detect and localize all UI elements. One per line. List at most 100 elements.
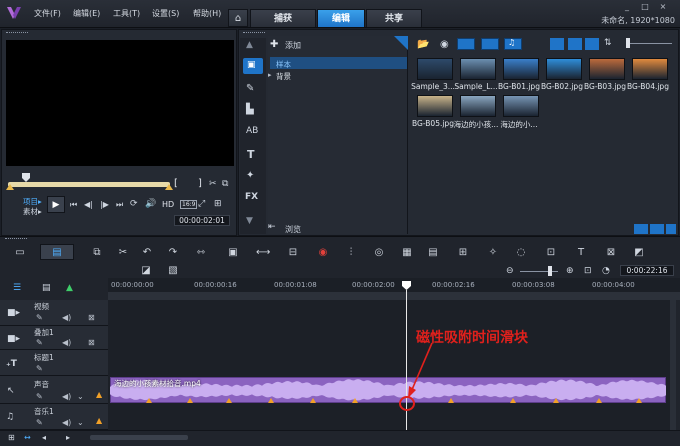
panel-grip[interactable] bbox=[6, 32, 28, 35]
minimize-button[interactable]: _ bbox=[620, 2, 634, 12]
motion-track-icon[interactable]: ◎ bbox=[372, 247, 386, 259]
hd-toggle[interactable]: HD bbox=[162, 200, 174, 209]
home-tab[interactable]: ⌂ bbox=[228, 9, 248, 27]
track-enable-icon[interactable]: ✎ bbox=[36, 364, 43, 373]
next-frame-icon[interactable]: |▶ bbox=[100, 200, 109, 209]
timeline-vertical-scrollbar[interactable] bbox=[670, 300, 676, 430]
audio-marker[interactable] bbox=[187, 398, 193, 403]
zoom-in-icon[interactable]: ⊕ bbox=[566, 266, 574, 276]
clock-icon[interactable]: ◔ bbox=[602, 266, 610, 276]
add-folder-icon[interactable]: ✚ bbox=[270, 39, 278, 50]
audio-marker[interactable] bbox=[448, 398, 454, 403]
aspect-ratio-button[interactable]: 16:9 bbox=[180, 200, 198, 209]
motion-icon[interactable]: ✧ bbox=[486, 247, 500, 259]
track-ripple-icon[interactable]: ⊠ bbox=[88, 313, 95, 322]
track-mute-icon[interactable]: ◀) bbox=[62, 313, 71, 322]
menu-file[interactable]: 文件(F) bbox=[34, 8, 61, 19]
paint-icon[interactable]: ◩ bbox=[632, 247, 646, 259]
browse-label[interactable]: 浏览 bbox=[285, 224, 301, 235]
record-icon[interactable]: ◉ bbox=[440, 39, 449, 50]
stabilize-icon[interactable]: ⊠ bbox=[604, 247, 618, 259]
scroll-up-icon[interactable]: ▲ bbox=[246, 40, 253, 50]
split-clip-icon[interactable]: ✂ bbox=[209, 179, 217, 189]
track-enable-icon[interactable]: ✎ bbox=[36, 418, 43, 427]
play-button[interactable]: ▶ bbox=[47, 196, 65, 213]
home-start-icon[interactable]: ⏮ bbox=[70, 200, 77, 210]
gif-icon[interactable]: ▧ bbox=[166, 265, 180, 277]
library-thumbnail[interactable] bbox=[460, 95, 496, 117]
library-thumbnail[interactable] bbox=[546, 58, 582, 80]
tab-edit[interactable]: 编辑 bbox=[317, 9, 365, 27]
mark-out-button[interactable]: ] bbox=[198, 178, 202, 189]
text-effect-icon[interactable]: T bbox=[574, 247, 588, 259]
track-area[interactable] bbox=[108, 300, 676, 430]
auto-music-icon[interactable]: ⊞ bbox=[456, 247, 470, 259]
filter-video-button[interactable] bbox=[457, 38, 475, 50]
timeline-horizontal-scrollbar[interactable] bbox=[90, 435, 188, 440]
menu-tools[interactable]: 工具(T) bbox=[113, 8, 140, 19]
redo-icon[interactable]: ↷ bbox=[166, 247, 180, 259]
undo-icon[interactable]: ↶ bbox=[140, 247, 154, 259]
library-thumbnail[interactable] bbox=[503, 95, 539, 117]
fullscreen-icon[interactable]: ⤢ bbox=[198, 199, 205, 209]
timeline-zoom-handle[interactable] bbox=[548, 266, 552, 276]
track-expand-icon[interactable]: ⌄ bbox=[77, 418, 84, 427]
subtitle-icon[interactable]: ▤ bbox=[426, 247, 440, 259]
storyboard-view-icon[interactable]: ▭ bbox=[13, 247, 27, 259]
sort-order-icon[interactable]: ⇅ bbox=[604, 38, 612, 48]
chapter-icon[interactable]: ▤ bbox=[42, 283, 51, 293]
audio-mixer-icon[interactable]: ⫶ bbox=[344, 247, 358, 259]
add-folder-label[interactable]: 添加 bbox=[285, 40, 301, 51]
audio-marker[interactable] bbox=[596, 398, 602, 403]
title-icon[interactable]: T bbox=[247, 148, 255, 161]
audio-marker[interactable] bbox=[146, 398, 152, 403]
mark-in-button[interactable]: [ bbox=[174, 178, 178, 189]
player-timecode[interactable]: 00:00:02:01 bbox=[174, 215, 230, 226]
filter-photo-button[interactable] bbox=[481, 38, 499, 50]
track-warning-icon[interactable]: ▲ bbox=[96, 390, 102, 399]
previous-frame-icon[interactable]: ◀| bbox=[84, 200, 93, 209]
close-button[interactable]: × bbox=[656, 2, 670, 12]
repeat-icon[interactable]: ⟳ bbox=[130, 199, 138, 209]
scroll-down-icon[interactable]: ▼ bbox=[246, 216, 253, 226]
audio-marker[interactable] bbox=[226, 398, 232, 403]
tab-capture[interactable]: 捕获 bbox=[250, 9, 316, 27]
preview-screen[interactable] bbox=[6, 40, 234, 166]
library-thumbnail[interactable] bbox=[589, 58, 625, 80]
fit-timeline-icon[interactable]: ⊡ bbox=[584, 266, 592, 276]
clip-mode[interactable]: 素材▸ bbox=[23, 206, 42, 217]
maximize-button[interactable]: □ bbox=[638, 2, 652, 12]
library-thumbnail[interactable] bbox=[417, 95, 453, 117]
trim-bar[interactable] bbox=[8, 182, 170, 187]
zoom-out-icon[interactable]: ⊖ bbox=[506, 266, 514, 276]
expand-arrow-icon[interactable]: ▸ bbox=[268, 71, 272, 79]
track-warning-icon[interactable]: ▲ bbox=[96, 416, 102, 425]
track-enable-icon[interactable]: ✎ bbox=[36, 392, 43, 401]
library-options-button[interactable] bbox=[634, 224, 648, 234]
timeline-timecode[interactable]: 0:00:22:16 bbox=[620, 265, 674, 276]
trim-icon[interactable]: ⊟ bbox=[286, 247, 300, 259]
track-enable-icon[interactable]: ✎ bbox=[36, 313, 43, 322]
scroll-left-icon[interactable]: ◂ bbox=[42, 433, 46, 442]
track-manager-button[interactable]: ☰ bbox=[13, 283, 21, 293]
audio-marker[interactable] bbox=[310, 398, 316, 403]
browse-icon[interactable]: ⇤ bbox=[268, 222, 276, 232]
track-mute-icon[interactable]: ◀) bbox=[62, 338, 71, 347]
panel-grip[interactable] bbox=[5, 238, 27, 241]
audio-marker[interactable] bbox=[553, 398, 559, 403]
copy-icon[interactable]: ⧉ bbox=[222, 179, 228, 189]
zoom-slider-track[interactable] bbox=[630, 43, 672, 44]
end-icon[interactable]: ⏭ bbox=[116, 200, 123, 210]
add-marker-icon[interactable]: ▲ bbox=[66, 283, 73, 293]
track-enable-icon[interactable]: ✎ bbox=[36, 338, 43, 347]
menu-edit[interactable]: 编辑(E) bbox=[73, 8, 100, 19]
fit-project-icon[interactable]: ⇿ bbox=[194, 247, 208, 259]
track-mute-icon[interactable]: ◀) bbox=[62, 392, 71, 401]
track-mute-icon[interactable]: ◀) bbox=[62, 418, 71, 427]
enlarge-icon[interactable]: ⊞ bbox=[214, 199, 222, 209]
sync-icon[interactable]: ↔ bbox=[24, 433, 31, 442]
ab-transition-icon[interactable]: AB bbox=[246, 126, 258, 136]
instant-project-icon[interactable]: ✎ bbox=[246, 83, 254, 94]
volume-icon[interactable]: 🔊 bbox=[145, 199, 156, 209]
library-thumbnail[interactable] bbox=[460, 58, 496, 80]
